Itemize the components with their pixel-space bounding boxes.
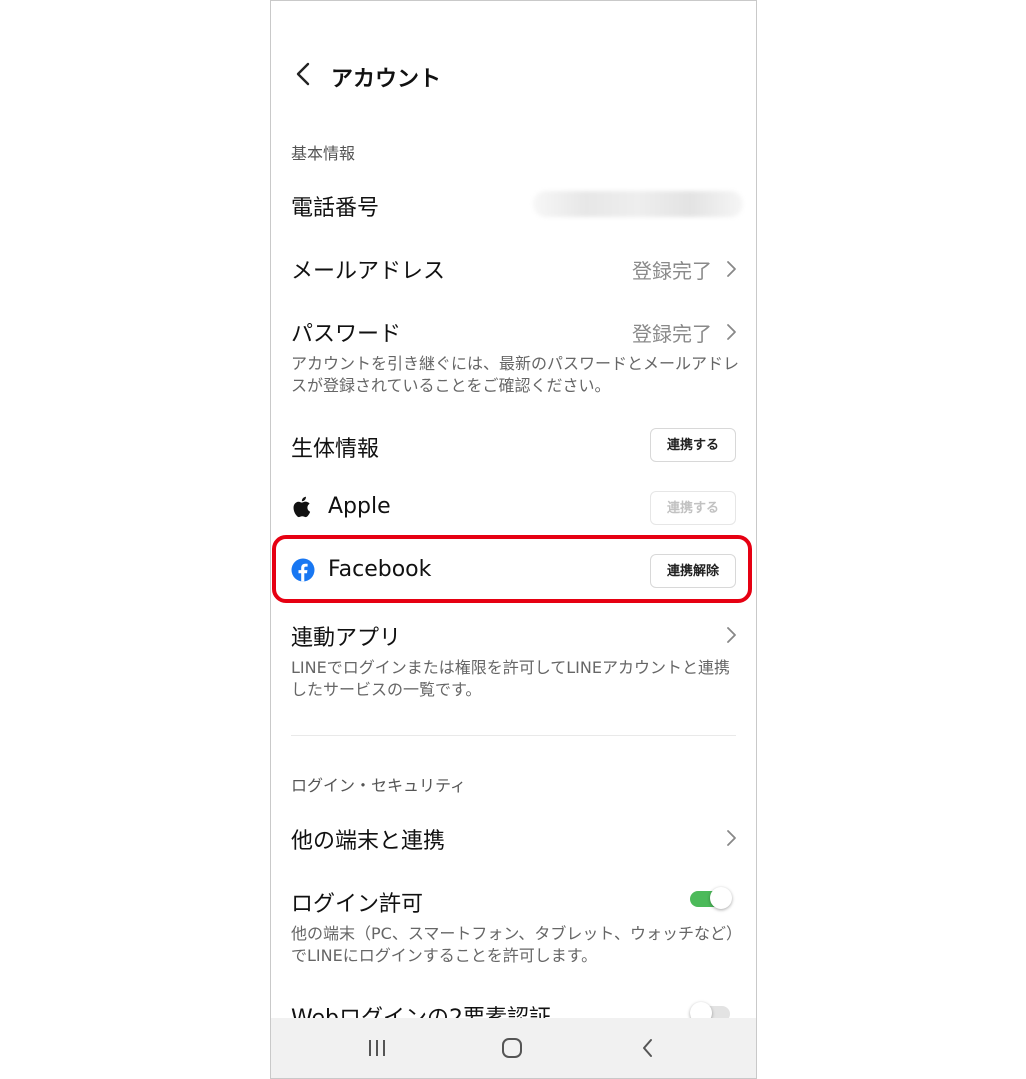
facebook-label: Facebook: [328, 557, 432, 582]
biometric-label: 生体情報: [291, 437, 380, 462]
section-label-login-security: ログイン・セキュリティ: [291, 776, 467, 795]
biometric-link-button[interactable]: 連携する: [650, 428, 736, 462]
phone-number-value-blurred: [533, 191, 743, 217]
chevron-left-icon[interactable]: [289, 59, 319, 89]
chevron-right-icon[interactable]: [724, 829, 738, 847]
section-label-basic-info: 基本情報: [291, 144, 356, 163]
login-permission-description: 他の端末（PC、スマートフォン、タブレット、ウォッチなど）でLINEにログインす…: [291, 924, 735, 965]
password-status[interactable]: 登録完了: [632, 318, 712, 347]
recent-apps-icon[interactable]: [362, 1033, 392, 1063]
phone-number-label: 電話番号: [291, 196, 380, 221]
page-title: アカウント: [331, 67, 442, 92]
email-status[interactable]: 登録完了: [632, 255, 712, 284]
apple-link-button[interactable]: 連携する: [650, 491, 736, 525]
app-header: アカウント: [271, 41, 756, 111]
password-label[interactable]: パスワード: [291, 316, 401, 348]
home-icon[interactable]: [497, 1033, 527, 1063]
login-permission-toggle[interactable]: [690, 887, 734, 909]
chevron-right-icon[interactable]: [724, 626, 738, 644]
login-permission-label: ログイン許可: [291, 892, 424, 917]
other-devices-label[interactable]: 他の端末と連携: [291, 823, 445, 855]
chevron-right-icon[interactable]: [724, 260, 738, 278]
linked-apps-label[interactable]: 連動アプリ: [291, 620, 401, 652]
system-navigation-bar: [271, 1018, 756, 1078]
apple-label: Apple: [328, 494, 391, 519]
email-label[interactable]: メールアドレス: [291, 253, 445, 285]
facebook-logo-icon: [291, 558, 315, 582]
linked-apps-description: LINEでログインまたは権限を許可してLINEアカウントと連携したサービスの一覧…: [291, 658, 730, 699]
password-description: アカウントを引き継ぐには、最新のパスワードとメールアドレスが登録されていることを…: [291, 354, 740, 395]
facebook-unlink-button[interactable]: 連携解除: [650, 554, 736, 588]
section-divider: [291, 735, 736, 736]
chevron-right-icon[interactable]: [724, 323, 738, 341]
apple-logo-icon: [293, 496, 311, 518]
toggle-knob: [710, 887, 732, 909]
back-icon[interactable]: [633, 1033, 663, 1063]
phone-screen: アカウント 基本情報 電話番号 メールアドレス 登録完了 パスワード 登録完了 …: [270, 0, 757, 1079]
